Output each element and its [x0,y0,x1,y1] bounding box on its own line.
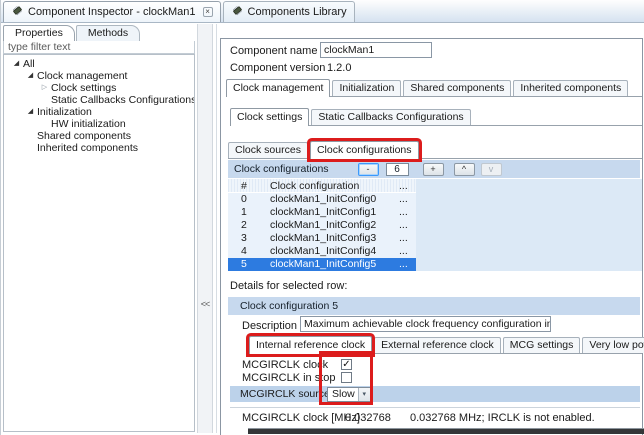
component-name-label: Component name [230,45,317,57]
collapsed-arrow-icon[interactable]: ▷ [38,82,51,94]
more-button[interactable]: ... [394,206,416,219]
tab-clock-sources[interactable]: Clock sources [228,142,308,158]
more-button[interactable]: ... [394,232,416,245]
table-row[interactable]: 1clockMan1_InitConfig1... [228,206,642,219]
inspector-panel: Component name clockMan1 Component versi… [220,38,643,435]
mcgirclk-readout-row: MCGIRCLK clock [MHz] 0.032768 0.032768 M… [221,412,642,426]
details-section-title: Clock configuration 5 [240,297,338,315]
close-icon[interactable]: × [203,7,213,17]
tab-component-inspector[interactable]: Component Inspector - clockMan1 × [3,1,221,22]
col-clock-configuration: Clock configuration [268,179,394,193]
tree-item-clock-management[interactable]: ◢Clock management [4,70,194,82]
expanded-arrow-icon[interactable]: ◢ [24,70,37,82]
tab-properties[interactable]: Properties [3,25,75,41]
component-name-input[interactable]: clockMan1 [320,42,432,58]
clock-configuration-5-bar: Clock configuration 5 [228,297,640,315]
component-inspector-window: Component Inspector - clockMan1 × Compon… [0,0,644,435]
expanded-arrow-icon[interactable]: ◢ [24,106,37,118]
move-up-button[interactable]: ^ [454,163,475,176]
description-input[interactable]: Maximum achievable clock frequency confi… [300,316,551,332]
tab-clock-management[interactable]: Clock management [226,79,330,97]
editor-tabbar: Component Inspector - clockMan1 × Compon… [1,0,644,23]
tab-static-callbacks-configurations[interactable]: Static Callbacks Configurations [311,109,470,125]
section-title: Clock configurations [234,160,329,178]
filter-input[interactable] [3,41,195,54]
mcgirclk-mhz-comment: 0.032768 MHz; IRCLK is not enabled. [410,412,595,424]
expanded-arrow-icon[interactable]: ◢ [10,58,23,70]
tab-initialization[interactable]: Initialization [332,80,401,96]
annotation-red-box [319,351,373,405]
clock-tab-row: Clock sources Clock configurations [228,141,642,159]
add-config-button[interactable]: + [423,163,444,176]
description-label: Description [242,320,297,332]
settings-tab-row: Clock settings Static Callbacks Configur… [230,108,642,126]
component-version-label: Component version [230,62,325,74]
move-down-button[interactable]: v [481,163,502,176]
mcgirclk-mhz-label: MCGIRCLK clock [MHz] [242,412,360,424]
mcgirclk-source-row: MCGIRCLK source Slow ▾ [230,386,640,402]
component-version-value: 1.2.0 [327,62,351,74]
collapse-panel-button[interactable]: << [199,296,211,312]
more-button[interactable]: ... [394,219,416,232]
col-index: # [228,179,268,193]
details-caption: Details for selected row: [230,280,347,292]
clock-configurations-table: # Clock configuration ... 0clockMan1_Ini… [228,179,642,271]
panel-divider-line [216,24,217,433]
tree-item-static-callbacks[interactable]: Static Callbacks Configurations [4,94,194,106]
tab-clock-configurations[interactable]: Clock configurations [310,141,419,159]
separator [230,407,640,408]
tree-item-shared-components[interactable]: Shared components [4,130,194,142]
properties-tree: ◢All ◢Clock management ▷Clock settings S… [3,54,195,432]
tree-item-inherited-components[interactable]: Inherited components [4,142,194,154]
properties-methods-tabs: Properties Methods [3,24,140,41]
tab-clock-settings[interactable]: Clock settings [230,108,309,126]
tab-mcg-settings[interactable]: MCG settings [503,337,581,353]
tab-inherited-components[interactable]: Inherited components [513,80,628,96]
table-row[interactable]: 3clockMan1_InitConfig3... [228,232,642,245]
tree-item-all[interactable]: ◢All [4,58,194,70]
properties-panel: Properties Methods ◢All ◢Clock managemen… [3,24,195,433]
mcgirclk-mhz-value: 0.032768 [345,412,391,424]
tab-label: Component Inspector - clockMan1 [28,6,196,18]
window-bottom-edge [248,428,644,434]
clock-configurations-section-bar: Clock configurations - 6 + ^ v [228,160,640,178]
mcgirclk-source-label: MCGIRCLK source [240,388,327,400]
tree-item-hw-initialization[interactable]: HW initialization [4,118,194,130]
tab-label: Components Library [248,6,347,18]
table-row-selected[interactable]: 5clockMan1_InitConfig5... [228,258,642,271]
more-button[interactable]: ... [394,193,416,206]
more-button[interactable]: ... [394,245,416,258]
tab-shared-components[interactable]: Shared components [403,80,511,96]
panel-splitter[interactable]: << [197,24,213,433]
tab-external-reference-clock[interactable]: External reference clock [374,337,501,353]
table-header: # Clock configuration ... [228,179,642,193]
tab-components-library[interactable]: Components Library [223,1,355,22]
header-filler [416,179,642,193]
component-chip-icon [231,4,244,20]
table-row[interactable]: 2clockMan1_InitConfig2... [228,219,642,232]
remove-config-button[interactable]: - [358,163,379,176]
tree-item-clock-settings[interactable]: ▷Clock settings [4,82,194,94]
main-tab-row: Clock management Initialization Shared c… [226,79,642,97]
more-button[interactable]: ... [394,258,416,271]
table-row[interactable]: 4clockMan1_InitConfig4... [228,245,642,258]
table-row[interactable]: 0clockMan1_InitConfig0... [228,193,642,206]
tab-methods[interactable]: Methods [76,25,140,41]
config-count-field[interactable]: 6 [386,163,409,176]
reference-clock-tab-row: Internal reference clock External refere… [249,336,642,354]
component-chip-icon [11,4,24,20]
tab-very-low-power-mode[interactable]: Very low power mode [582,337,644,353]
col-more: ... [394,179,416,193]
tree-item-initialization[interactable]: ◢Initialization [4,106,194,118]
